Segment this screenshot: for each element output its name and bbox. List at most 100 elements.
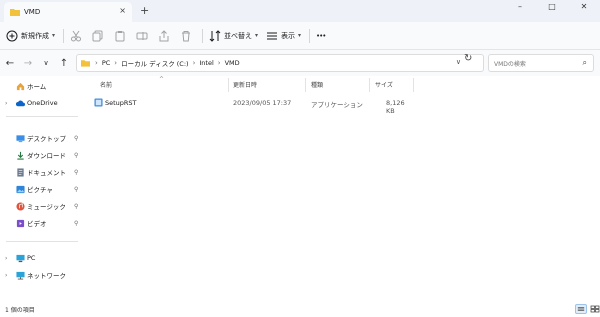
sort-button-label: 並べ替え [224, 31, 253, 40]
copy-icon[interactable] [92, 30, 104, 42]
video-icon [16, 219, 25, 227]
pictures-icon [16, 185, 25, 193]
sidebar-item-desktop[interactable]: デスクトップ ⚲ [0, 130, 86, 146]
window-controls: – □ ✕ [504, 0, 600, 16]
sort-icon [209, 29, 221, 42]
breadcrumb-vmd[interactable]: VMD [225, 59, 240, 67]
status-bar: 1 個の項目 [0, 298, 600, 317]
sidebar-item-network[interactable]: › ネットワーク [0, 267, 86, 283]
document-icon [17, 167, 24, 177]
file-name[interactable]: SetupRST [105, 99, 137, 107]
address-bar[interactable]: › PC › ローカル ディスク (C:) › Intel › VMD ∨ [76, 54, 484, 72]
chevron-down-icon: ▾ [255, 32, 259, 39]
home-icon [16, 82, 25, 90]
tiles-view-icon[interactable] [589, 304, 600, 314]
toolbar-divider [309, 28, 311, 43]
file-type: アプリケーション [311, 101, 363, 109]
chevron-right-icon[interactable]: › [5, 272, 7, 279]
sidebar-item-home[interactable]: ホーム [0, 78, 86, 94]
up-arrow-icon[interactable]: ↑ [55, 58, 73, 69]
sidebar-item-pc[interactable]: › PC [0, 250, 86, 266]
column-divider[interactable] [369, 78, 370, 92]
music-icon [16, 201, 25, 211]
new-tab-button[interactable]: + [140, 4, 149, 17]
sidebar-divider [6, 241, 78, 242]
sidebar-item-pictures[interactable]: ピクチャ ⚲ [0, 181, 86, 197]
title-bar: VMD × + – □ ✕ [0, 0, 600, 22]
sidebar-item-downloads[interactable]: ダウンロード ⚲ [0, 147, 86, 163]
application-icon [94, 98, 103, 107]
chevron-right-icon[interactable]: › [5, 255, 7, 262]
recent-chevron-icon[interactable]: ∨ [37, 59, 55, 67]
desktop-icon [16, 134, 25, 142]
maximize-button[interactable]: □ [536, 0, 568, 16]
paste-icon[interactable] [114, 30, 126, 42]
view-icon [267, 32, 278, 39]
pin-icon[interactable]: ⚲ [74, 186, 78, 193]
file-size: 8,126 KB [386, 99, 405, 115]
pin-icon[interactable]: ⚲ [74, 220, 78, 227]
breadcrumb-local-disk[interactable]: ローカル ディスク (C:) [121, 58, 188, 68]
column-divider[interactable] [413, 78, 414, 92]
search-placeholder: VMDの検索 [494, 60, 526, 68]
cloud-icon [16, 100, 25, 106]
minimize-button[interactable]: – [504, 0, 536, 16]
chevron-down-icon: ▾ [298, 32, 302, 39]
rename-icon[interactable] [136, 30, 148, 42]
pin-icon[interactable]: ⚲ [74, 135, 78, 142]
folder-icon [10, 9, 20, 16]
chevron-down-icon: ▾ [52, 32, 56, 39]
tab-vmd[interactable]: VMD × [4, 2, 132, 22]
navigation-pane: ホーム › OneDrive デスクトップ ⚲ ダウンロード ⚲ ドキュメント … [0, 76, 86, 298]
column-divider[interactable] [228, 78, 229, 92]
delete-icon[interactable] [180, 30, 192, 42]
plus-circle-icon [6, 30, 18, 41]
breadcrumb-chevron-icon: › [217, 59, 221, 67]
new-button[interactable]: 新規作成 ▾ [6, 30, 55, 42]
column-header-name[interactable]: 名前 [100, 80, 112, 92]
back-arrow-icon[interactable]: ← [1, 58, 19, 69]
breadcrumb-chevron-icon: › [95, 59, 98, 67]
toolbar-divider [63, 28, 65, 43]
cut-icon[interactable] [70, 30, 82, 42]
tab-close-icon[interactable]: × [119, 6, 126, 15]
item-count: 1 個の項目 [5, 307, 35, 314]
toolbar-divider [202, 28, 204, 43]
pin-icon[interactable]: ⚲ [74, 169, 78, 176]
file-modified: 2023/09/05 17:37 [233, 99, 292, 107]
sidebar-item-videos[interactable]: ビデオ ⚲ [0, 215, 86, 231]
share-icon[interactable] [158, 29, 170, 42]
column-header-modified[interactable]: 更新日時 [233, 80, 257, 92]
search-box[interactable]: VMDの検索 ⌕ [488, 54, 594, 72]
folder-icon [81, 60, 90, 67]
tab-label: VMD [24, 8, 41, 16]
column-header-size[interactable]: サイズ [375, 80, 393, 92]
sort-button[interactable]: 並べ替え ▾ [209, 29, 259, 42]
network-icon [16, 271, 25, 280]
details-view-icon[interactable] [575, 304, 587, 314]
command-bar: 新規作成 ▾ 並べ替え ▾ 表示 ▾ ••• [0, 22, 600, 50]
breadcrumb-intel[interactable]: Intel [199, 59, 213, 67]
breadcrumb-pc[interactable]: PC [102, 59, 110, 67]
chevron-right-icon[interactable]: › [5, 100, 7, 107]
column-header-type[interactable]: 種類 [311, 80, 323, 92]
sidebar-item-music[interactable]: ミュージック ⚲ [0, 198, 86, 214]
table-row[interactable]: SetupRST 2023/09/05 17:37 アプリケーション 8,126… [90, 96, 414, 115]
breadcrumb-chevron-icon: › [192, 59, 196, 67]
refresh-icon[interactable]: ↻ [464, 53, 472, 64]
view-button[interactable]: 表示 ▾ [266, 30, 301, 42]
navigation-row: ← → ∨ ↑ › PC › ローカル ディスク (C:) › Intel › … [0, 50, 600, 76]
pin-icon[interactable]: ⚲ [74, 203, 78, 210]
column-divider[interactable] [305, 78, 306, 92]
more-options-button[interactable]: ••• [316, 32, 326, 40]
address-dropdown-icon[interactable]: ∨ [456, 58, 461, 66]
sidebar-divider [6, 116, 78, 117]
forward-arrow-icon[interactable]: → [19, 58, 37, 69]
sidebar-item-onedrive[interactable]: › OneDrive [0, 95, 86, 111]
sidebar-item-documents[interactable]: ドキュメント ⚲ [0, 164, 86, 180]
view-button-label: 表示 [281, 31, 296, 40]
computer-icon [16, 254, 25, 262]
close-window-button[interactable]: ✕ [568, 0, 600, 16]
pin-icon[interactable]: ⚲ [74, 152, 78, 159]
search-icon: ⌕ [582, 58, 587, 67]
